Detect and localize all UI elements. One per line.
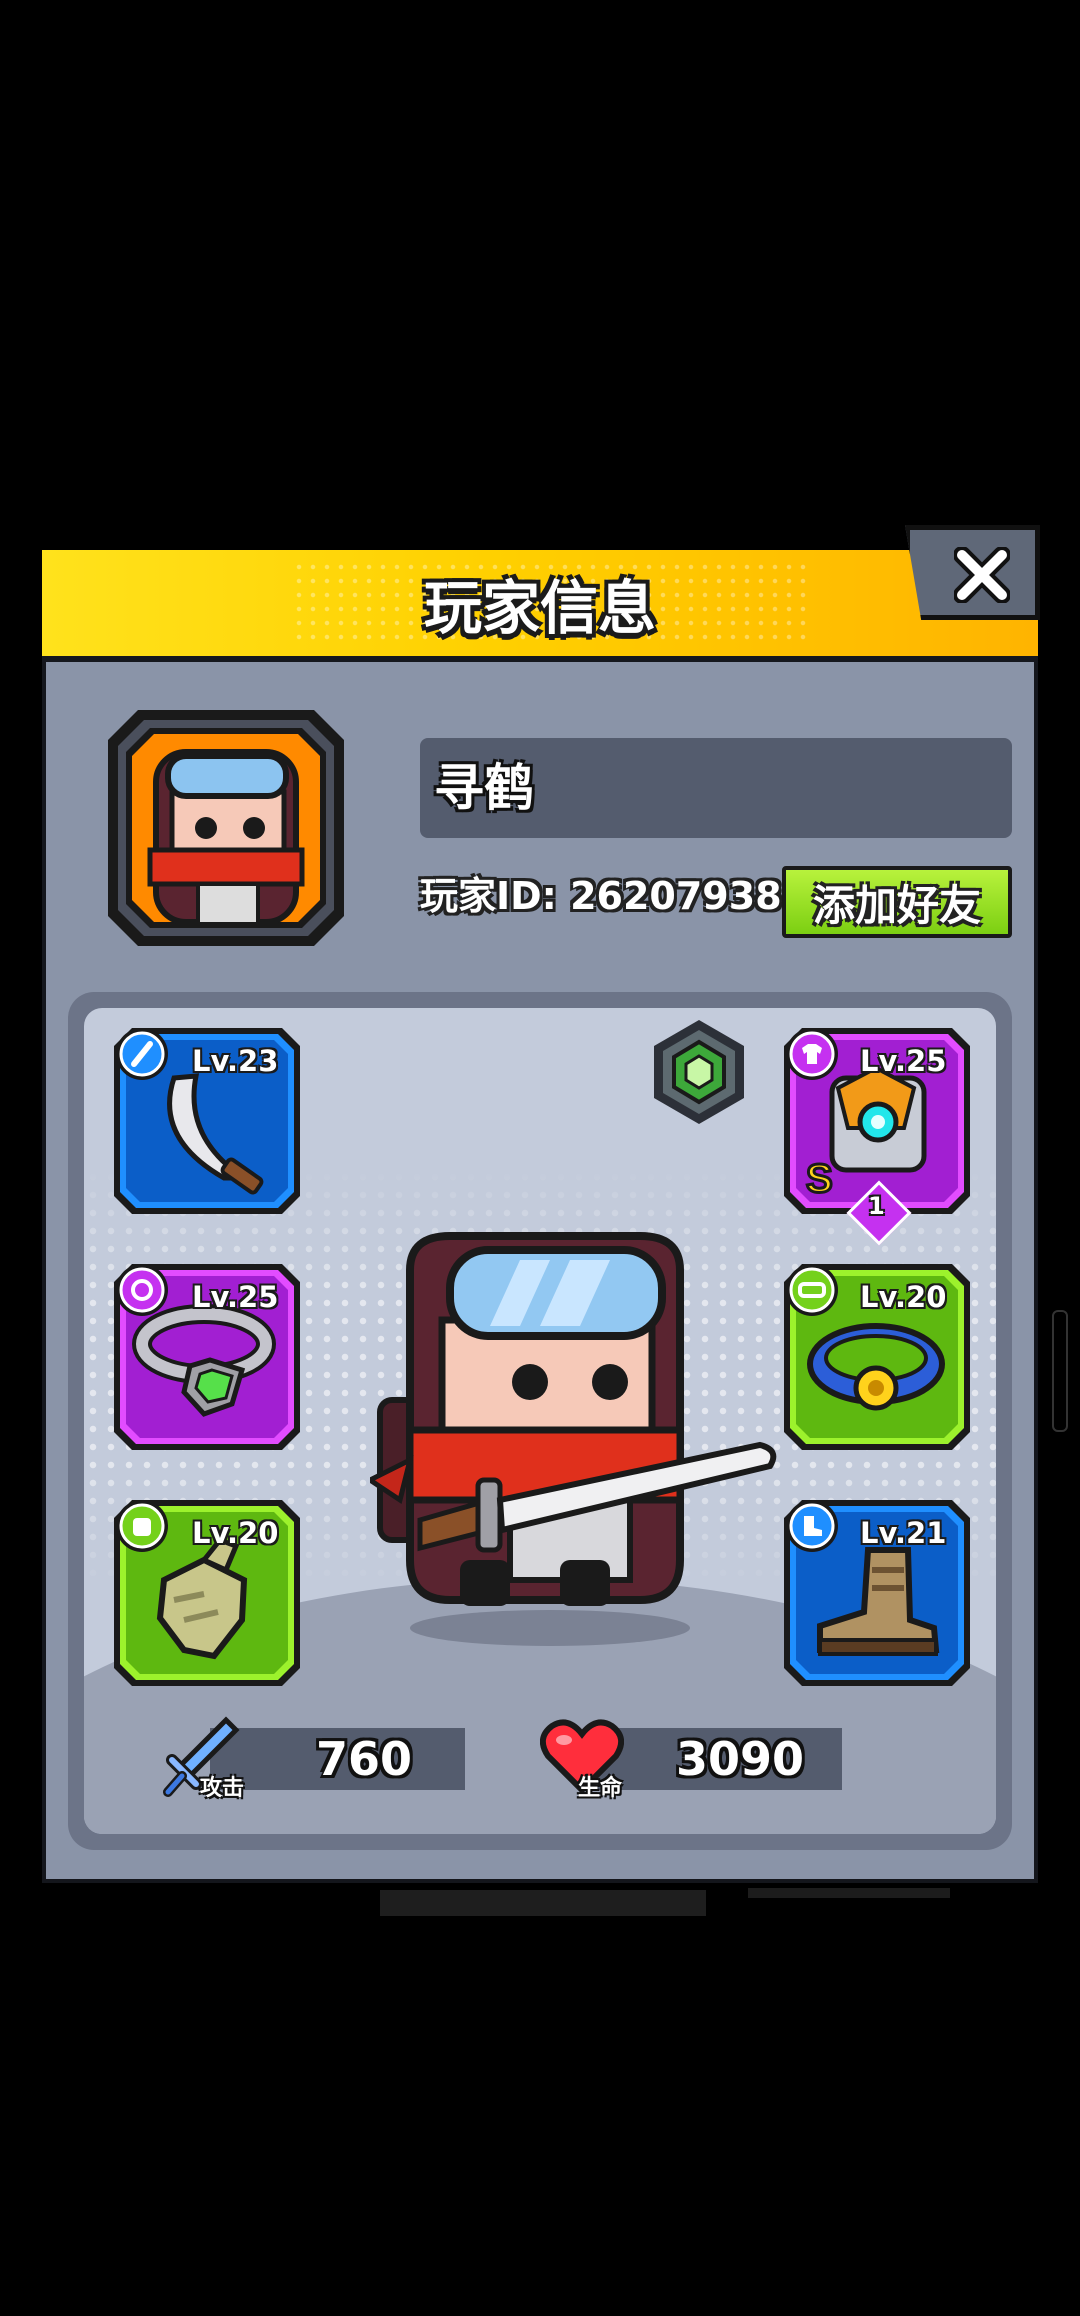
dialog-title: 玩家信息	[423, 574, 656, 642]
player-avatar[interactable]	[108, 710, 344, 946]
ninja-avatar-icon	[108, 710, 344, 946]
ring-category-icon	[119, 1267, 165, 1313]
armor-star: 1	[868, 1192, 885, 1220]
bottom-strip-2	[748, 1888, 950, 1898]
bottom-strip	[380, 1890, 706, 1916]
ring-level: Lv.25	[192, 1280, 279, 1314]
add-friend-button[interactable]: 添加好友	[782, 866, 1012, 938]
mech-armor-icon	[829, 1065, 927, 1173]
attack-value: 760	[316, 1732, 413, 1786]
boots-level: Lv.21	[860, 1516, 947, 1550]
close-button[interactable]	[905, 525, 1040, 620]
weapon-level: Lv.23	[192, 1044, 279, 1078]
belt-level: Lv.20	[860, 1280, 947, 1314]
close-x-icon	[954, 547, 1010, 603]
player-id: 玩家ID: 26207938	[420, 874, 782, 918]
armor-level: Lv.25	[860, 1044, 947, 1078]
side-scroll-indicator	[1052, 1310, 1068, 1432]
gloves-level: Lv.20	[192, 1516, 279, 1550]
svg-text:S: S	[806, 1157, 833, 1201]
health-label: 生命	[578, 1776, 623, 1801]
player-name: 寻鹤	[434, 759, 534, 817]
belt-category-icon	[789, 1267, 835, 1313]
player-character	[370, 1232, 777, 1646]
green-hexagon-rank-icon[interactable]	[650, 1018, 748, 1126]
health-value: 3090	[676, 1732, 805, 1786]
attack-label: 攻击	[200, 1776, 245, 1801]
